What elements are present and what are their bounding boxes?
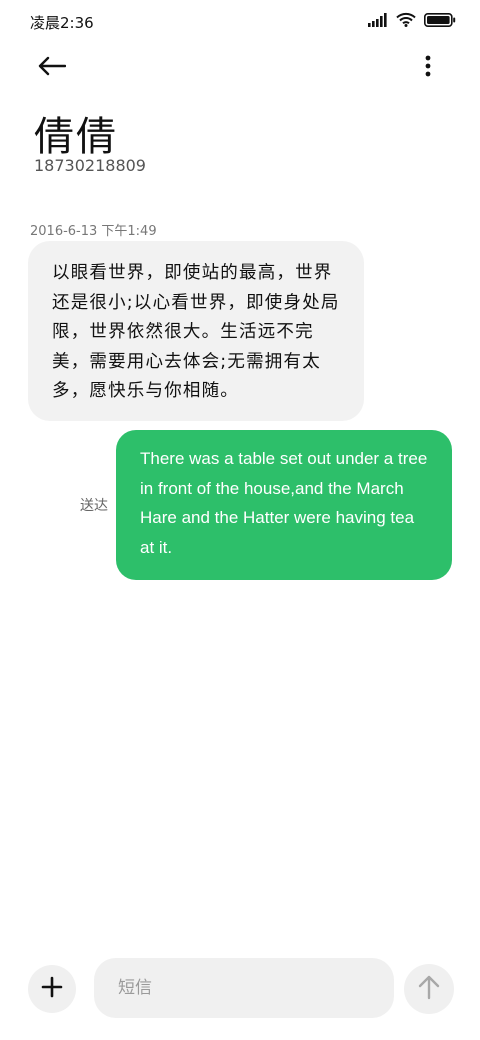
more-options-button[interactable] — [412, 50, 444, 86]
signal-icon — [368, 12, 388, 31]
battery-icon — [424, 12, 456, 31]
send-button[interactable] — [404, 964, 454, 1014]
outgoing-message-bubble[interactable]: There was a table set out under a tree i… — [116, 430, 452, 580]
back-arrow-icon — [38, 56, 67, 80]
wifi-icon — [396, 12, 416, 31]
status-time: 凌晨2:36 — [30, 14, 94, 32]
incoming-message-bubble[interactable]: 以眼看世界，即使站的最高，世界还是很小;以心看世界，即使身处局限，世界依然很大。… — [28, 241, 364, 421]
delivery-status: 送达 — [80, 498, 108, 514]
status-bar: 凌晨2:36 — [0, 0, 480, 44]
incoming-message-text: 以眼看世界，即使站的最高，世界还是很小;以心看世界，即使身处局限，世界依然很大。… — [52, 263, 340, 401]
more-vertical-icon — [425, 55, 431, 81]
message-timestamp: 2016-6-13 下午1:49 — [30, 224, 157, 239]
back-button[interactable] — [30, 50, 74, 86]
outgoing-message-text: There was a table set out under a tree i… — [140, 449, 428, 557]
messaging-screen: 凌晨2:36 倩倩 18730218809 2016-6-13 下午1:49 以… — [0, 0, 480, 1040]
status-icons — [368, 12, 456, 31]
contact-number: 18730218809 — [34, 156, 146, 175]
contact-name: 倩倩 — [34, 114, 118, 160]
add-attachment-button[interactable] — [28, 965, 76, 1013]
sms-input[interactable] — [94, 958, 394, 1018]
plus-icon — [41, 976, 63, 1002]
send-arrow-up-icon — [418, 974, 440, 1004]
